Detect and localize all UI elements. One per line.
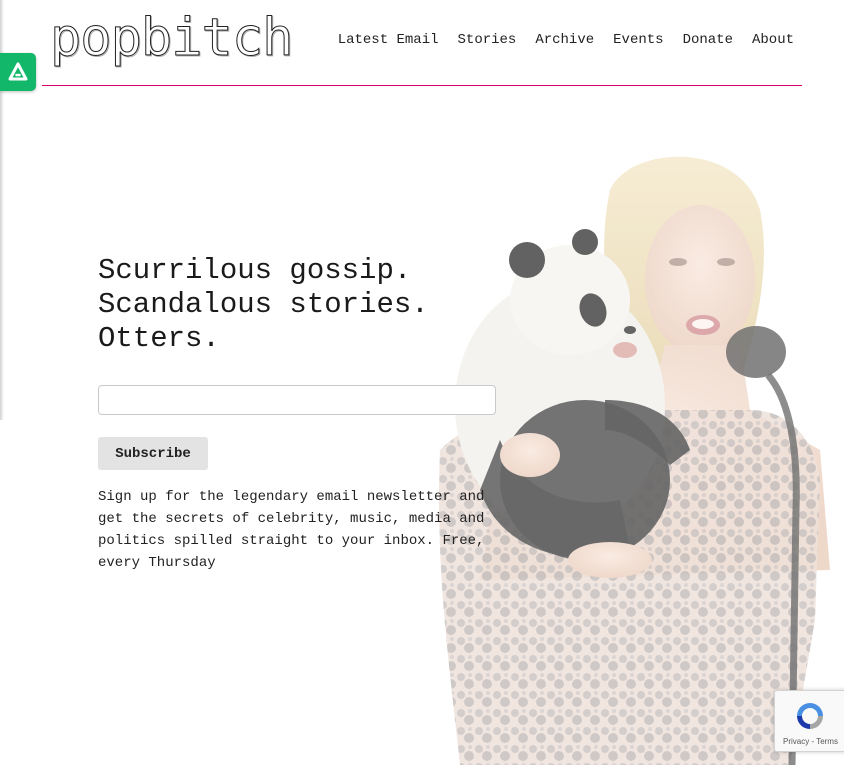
main-nav: Latest Email Stories Archive Events Dona…: [338, 32, 794, 48]
triangle-a-icon: [8, 62, 28, 81]
recaptcha-terms-link[interactable]: Privacy - Terms: [783, 737, 838, 746]
nav-archive[interactable]: Archive: [535, 32, 594, 48]
side-badge[interactable]: [0, 53, 36, 91]
site-logo[interactable]: popbitch: [49, 10, 293, 67]
site-header: popbitch popbitch Latest Email Stories A…: [42, 0, 802, 86]
subscribe-button[interactable]: Subscribe: [98, 437, 208, 470]
nav-stories[interactable]: Stories: [458, 32, 517, 48]
hero-photo: [420, 150, 844, 765]
headline-line: Otters.: [98, 322, 220, 355]
nav-about[interactable]: About: [752, 32, 794, 48]
signup-description: Sign up for the legendary email newslett…: [98, 489, 485, 571]
email-input[interactable]: [98, 385, 496, 415]
headline-line: Scandalous stories.: [98, 288, 429, 321]
nav-events[interactable]: Events: [613, 32, 663, 48]
recaptcha-badge[interactable]: Privacy - Terms: [774, 690, 844, 752]
headline-line: Scurrilous gossip.: [98, 254, 412, 287]
hero-headline: Scurrilous gossip. Scandalous stories. O…: [98, 254, 429, 356]
nav-donate[interactable]: Donate: [683, 32, 733, 48]
nav-latest-email[interactable]: Latest Email: [338, 32, 439, 48]
recaptcha-icon: [797, 703, 823, 729]
